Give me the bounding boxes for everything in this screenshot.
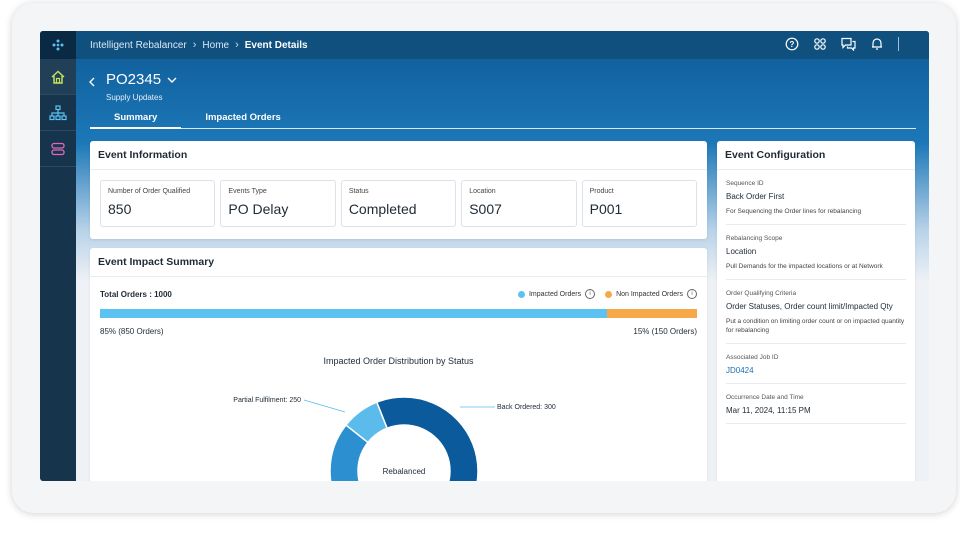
totals-row: Total Orders : 1000 Impacted Orders i No… <box>90 277 707 299</box>
card-title: Event Configuration <box>717 141 915 170</box>
leader-line <box>303 399 346 413</box>
layers-icon <box>51 142 65 155</box>
sidebar-item-home[interactable] <box>40 59 76 95</box>
metric-label: Events Type <box>228 188 267 195</box>
legend: Impacted Orders i Non Impacted Orders i <box>517 289 697 299</box>
network-icon <box>49 104 67 120</box>
percent-labels: 85% (850 Orders) 15% (150 Orders) <box>90 318 707 336</box>
info-icon[interactable]: i <box>687 289 697 299</box>
breadcrumb-current: Event Details <box>244 39 308 51</box>
bell-icon[interactable] <box>870 37 884 51</box>
config-desc: Put a condition on limiting order count … <box>726 318 905 334</box>
config-value: Order Statuses, Order count limit/Impact… <box>726 302 893 311</box>
config-value: Back Order First <box>726 192 785 201</box>
page-header: PO2345 Supply Updates <box>90 71 177 102</box>
legend-swatch <box>517 290 525 298</box>
apps-icon[interactable] <box>813 37 827 51</box>
tab-impacted-orders[interactable]: Impacted Orders <box>181 111 305 129</box>
info-icon[interactable]: i <box>585 289 596 299</box>
impacted-percent: 85% (850 Orders) <box>100 327 164 336</box>
metric-label: Location <box>469 188 496 195</box>
config-row: Occurrence Date and Time Mar 11, 2024, 1… <box>726 384 906 424</box>
config-key: Occurrence Date and Time <box>726 394 804 401</box>
metric-location: Location S007 <box>461 180 577 227</box>
metric-label: Number of Order Qualified <box>108 188 191 195</box>
impacted-bar-segment <box>100 309 608 318</box>
metric-status: Status Completed <box>340 180 457 227</box>
metric-value: 850 <box>108 201 132 217</box>
center-label: Rebalanced <box>383 467 426 476</box>
event-impact-summary-card: Event Impact Summary Total Orders : 1000… <box>90 248 707 481</box>
legend-non-impacted: Non Impacted Orders i <box>605 289 697 299</box>
chevron-down-icon[interactable] <box>167 76 177 84</box>
top-bar: Intelligent Rebalancer › Home › Event De… <box>76 31 929 59</box>
metric-product: Product P001 <box>581 180 698 227</box>
config-row: Order Qualifying Criteria Order Statuses… <box>726 280 906 344</box>
top-actions: ? <box>785 37 899 51</box>
breadcrumb-app[interactable]: Intelligent Rebalancer <box>90 40 187 51</box>
legend-label: Non Impacted Orders <box>616 290 683 298</box>
metric-events-type: Events Type PO Delay <box>220 180 336 227</box>
sidebar-item-network[interactable] <box>40 95 76 131</box>
help-icon[interactable]: ? <box>785 37 799 51</box>
config-desc: For Sequencing the Order lines for rebal… <box>726 208 862 215</box>
legend-impacted: Impacted Orders i <box>517 289 596 299</box>
metric-value: S007 <box>469 201 502 217</box>
config-value: Location <box>726 247 757 256</box>
sidebar <box>40 31 76 481</box>
metric-value: Completed <box>348 201 417 217</box>
config-key: Order Qualifying Criteria <box>726 290 797 297</box>
config-row: Associated Job ID JD0424 <box>726 344 906 384</box>
chevron-right-icon: › <box>192 39 197 51</box>
slice-label: Back Ordered: 300 <box>497 404 556 411</box>
home-icon <box>51 69 65 84</box>
slice-label: Partial Fulfilment: 250 <box>233 397 301 404</box>
non-impacted-bar-segment <box>607 309 697 318</box>
config-row: Sequence ID Back Order First For Sequenc… <box>726 170 906 225</box>
metric-orders-qualified: Number of Order Qualified 850 <box>100 180 216 227</box>
config-key: Rebalancing Scope <box>726 235 783 242</box>
metric-value: PO Delay <box>228 201 289 217</box>
chart-title: Impacted Order Distribution by Status <box>323 356 474 366</box>
divider <box>898 37 899 51</box>
config-row: Rebalancing Scope Location Pull Demands … <box>726 225 906 280</box>
job-id-link[interactable]: JD0424 <box>726 366 906 375</box>
event-configuration-card: Event Configuration Sequence ID Back Ord… <box>717 141 915 481</box>
chat-icon[interactable] <box>841 37 856 51</box>
non-impacted-percent: 15% (150 Orders) <box>633 327 697 336</box>
config-list: Sequence ID Back Order First For Sequenc… <box>717 170 915 424</box>
page-title: PO2345 <box>106 71 162 88</box>
center-label: Orders: 850 <box>383 480 426 481</box>
logo-icon[interactable] <box>40 31 76 59</box>
impact-progress-bar <box>100 309 697 318</box>
event-information-card: Event Information Number of Order Qualif… <box>90 141 707 239</box>
config-key: Associated Job ID <box>726 354 779 361</box>
donut-chart: Back Ordered: 300 Partial Fulfilment: 250… <box>233 396 556 481</box>
legend-label: Impacted Orders <box>528 290 582 298</box>
legend-swatch <box>605 290 613 298</box>
config-value: Mar 11, 2024, 11:15 PM <box>726 406 811 415</box>
tab-summary[interactable]: Summary <box>90 111 182 129</box>
total-orders: Total Orders : 1000 <box>100 289 172 299</box>
sidebar-item-layers[interactable] <box>40 131 76 167</box>
metric-label: Status <box>348 188 369 195</box>
card-title: Event Information <box>90 141 707 170</box>
app-window: Intelligent Rebalancer › Home › Event De… <box>40 31 929 481</box>
breadcrumb-home[interactable]: Home <box>202 40 229 51</box>
config-desc: Pull Demands for the impacted locations … <box>726 263 883 270</box>
metric-value: P001 <box>589 201 623 217</box>
chevron-right-icon: › <box>235 39 239 51</box>
page-subtitle: Supply Updates <box>106 93 163 102</box>
card-title: Event Impact Summary <box>90 248 707 277</box>
metrics-row: Number of Order Qualified 850 Events Typ… <box>90 170 707 237</box>
screenshot-frame: Intelligent Rebalancer › Home › Event De… <box>12 3 956 513</box>
metric-label: Product <box>589 188 614 195</box>
tab-bar: Summary Impacted Orders <box>90 111 916 129</box>
svg-text:?: ? <box>790 40 795 49</box>
config-key: Sequence ID <box>726 180 764 187</box>
